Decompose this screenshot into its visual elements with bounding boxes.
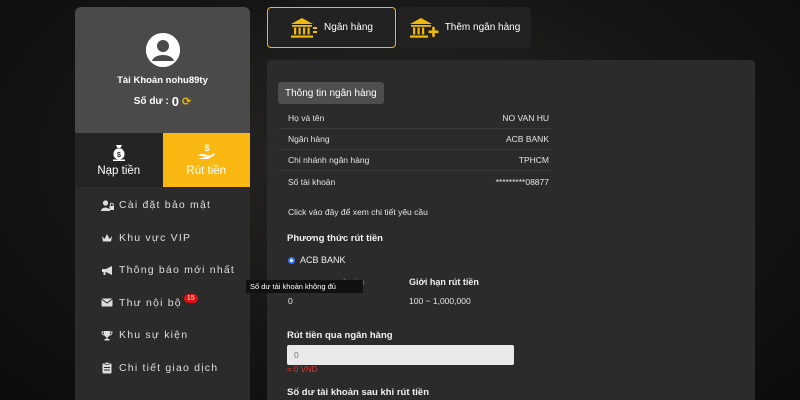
account-name: Tài Khoản nohu89ty xyxy=(117,75,208,86)
info-value: TPHCM xyxy=(518,155,549,165)
hand-money-icon: $ xyxy=(197,143,216,159)
info-label: Ngân hàng xyxy=(288,134,330,144)
withdraw-label: Rút tiền xyxy=(186,165,227,177)
radio-selected-icon[interactable] xyxy=(288,256,295,264)
deposit-withdraw-tabs: $ Nạp tiền $ Rút tiền xyxy=(75,133,250,187)
balance-value: 0 xyxy=(171,94,180,109)
info-row-branch: Chi nhánh ngân hàng TPHCM xyxy=(279,150,551,171)
insufficient-balance-tooltip: Số dư tài khoản không đủ xyxy=(246,280,363,293)
method-option-label: ACB BANK xyxy=(300,255,346,265)
clipboard-icon xyxy=(100,361,114,374)
balance-line: Số dư : 0 ⟳ xyxy=(75,94,250,109)
balance-after-title: Số dư tài khoản sau khi rút tiền xyxy=(287,387,430,398)
tab-bank[interactable]: Ngân hàng xyxy=(267,7,396,48)
bank-info-header: Thông tin ngân hàng xyxy=(278,82,384,104)
menu-item-vip[interactable]: Khu vực VIP xyxy=(75,222,250,255)
menu-label-inbox: Thư nội bộ xyxy=(119,296,182,309)
withdraw-tab[interactable]: $ Rút tiền xyxy=(162,133,250,187)
user-avatar-icon xyxy=(145,33,180,67)
withdraw-amount-input[interactable] xyxy=(287,345,514,365)
unread-badge: 15 xyxy=(183,294,198,304)
info-label: Chi nhánh ngân hàng xyxy=(288,155,370,165)
info-row-bank: Ngân hàng ACB BANK xyxy=(279,129,551,150)
deposit-tab[interactable]: $ Nạp tiền xyxy=(75,133,163,187)
account-balance-value: 0 xyxy=(288,296,293,306)
svg-text:$: $ xyxy=(117,152,121,159)
withdraw-method-title: Phương thức rút tiền xyxy=(287,233,383,244)
profile-card: Tài Khoản nohu89ty Số dư : 0 ⟳ xyxy=(75,7,250,133)
menu-label-transactions: Chi tiết giao dịch xyxy=(119,361,219,374)
bank-withdraw-title: Rút tiền qua ngân hàng xyxy=(287,330,393,341)
method-option-acb[interactable]: ACB BANK xyxy=(288,255,346,265)
menu-item-transactions[interactable]: Chi tiết giao dịch xyxy=(75,352,250,385)
trophy-icon xyxy=(100,330,114,341)
menu-label-events: Khu sự kiện xyxy=(119,329,189,342)
menu-item-inbox[interactable]: Thư nội bộ 15 xyxy=(75,287,250,320)
deposit-label: Nạp tiền xyxy=(97,165,141,177)
bank-info-table: Họ và tên NO VAN HU Ngân hàng ACB BANK C… xyxy=(279,108,551,192)
menu-item-events[interactable]: Khu sự kiện xyxy=(75,319,250,352)
money-bag-icon: $ xyxy=(112,145,125,161)
menu-label-vip: Khu vực VIP xyxy=(119,231,192,244)
account-menu: Cài đặt bảo mật Khu vực VIP Thông báo mớ… xyxy=(75,187,250,384)
crown-icon xyxy=(100,233,114,243)
tab-add-bank-label: Thêm ngân hàng xyxy=(444,22,521,33)
menu-label-news: Thông báo mới nhất xyxy=(119,264,236,277)
tab-bank-label: Ngân hàng xyxy=(324,22,373,33)
tab-add-bank[interactable]: Thêm ngân hàng xyxy=(398,7,531,48)
withdraw-limit-value: 100 ~ 1,000,000 xyxy=(409,296,471,306)
menu-item-news[interactable]: Thông báo mới nhất xyxy=(75,254,250,287)
balance-label: Số dư : xyxy=(133,96,169,107)
bank-icon xyxy=(291,17,318,38)
menu-item-security[interactable]: Cài đặt bảo mật xyxy=(75,189,250,222)
info-value: NO VAN HU xyxy=(502,113,549,123)
info-label: Số tài khoản xyxy=(288,176,336,187)
refresh-icon[interactable]: ⟳ xyxy=(182,95,191,108)
add-bank-icon xyxy=(409,17,439,38)
amount-vnd-preview: = 0 VND xyxy=(287,365,318,374)
user-lock-icon xyxy=(100,200,114,211)
info-label: Họ và tên xyxy=(288,113,325,123)
info-row-account-number: Số tài khoản *********08877 xyxy=(279,171,551,192)
menu-label-security: Cài đặt bảo mật xyxy=(119,199,212,212)
envelope-icon xyxy=(100,298,114,307)
account-sidebar: Tài Khoản nohu89ty Số dư : 0 ⟳ $ Nạp tiề… xyxy=(75,7,250,400)
request-detail-link[interactable]: Click vào đây để xem chi tiết yêu cầu xyxy=(288,207,428,217)
info-value: ACB BANK xyxy=(506,134,549,144)
info-value: *********08877 xyxy=(495,176,549,187)
svg-text:$: $ xyxy=(205,143,210,153)
withdraw-panel: Thông tin ngân hàng Họ và tên NO VAN HU … xyxy=(267,60,755,400)
withdraw-limit-label: Giới hạn rút tiền xyxy=(409,277,479,287)
megaphone-icon xyxy=(100,265,114,276)
info-row-name: Họ và tên NO VAN HU xyxy=(279,108,551,129)
